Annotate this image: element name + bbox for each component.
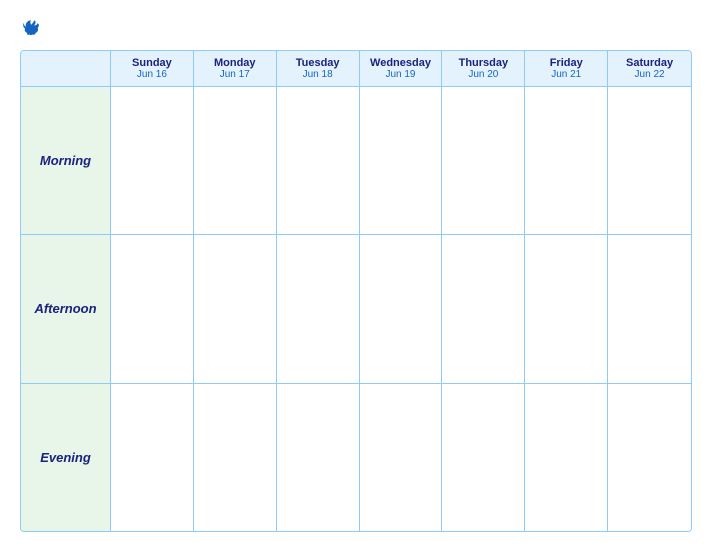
col-day-name: Saturday — [626, 57, 673, 69]
table-cell[interactable] — [525, 384, 608, 531]
table-cell[interactable] — [277, 235, 360, 382]
table-cell[interactable] — [360, 235, 443, 382]
calendar-header-row: Sunday Jun 16 Monday Jun 17 Tuesday Jun … — [21, 51, 691, 87]
table-cell[interactable] — [608, 235, 691, 382]
table-cell[interactable] — [111, 87, 194, 234]
col-day-date: Jun 16 — [137, 69, 167, 80]
header-cell-tuesday: Tuesday Jun 18 — [277, 51, 360, 86]
table-cell[interactable] — [525, 235, 608, 382]
row-label-afternoon: Afternoon — [21, 235, 111, 382]
table-cell[interactable] — [277, 87, 360, 234]
col-day-date: Jun 21 — [551, 69, 581, 80]
table-cell[interactable] — [194, 87, 277, 234]
header-cell-thursday: Thursday Jun 20 — [442, 51, 525, 86]
col-day-date: Jun 22 — [635, 69, 665, 80]
table-cell[interactable] — [360, 87, 443, 234]
header-cell-friday: Friday Jun 21 — [525, 51, 608, 86]
table-cell[interactable] — [608, 87, 691, 234]
row-afternoon: Afternoon — [21, 235, 691, 383]
page: Sunday Jun 16 Monday Jun 17 Tuesday Jun … — [0, 0, 712, 550]
col-day-date: Jun 18 — [303, 69, 333, 80]
row-label-morning: Morning — [21, 87, 111, 234]
header-cell-monday: Monday Jun 17 — [194, 51, 277, 86]
logo-area — [20, 18, 40, 36]
col-day-name: Thursday — [459, 57, 509, 69]
calendar: Sunday Jun 16 Monday Jun 17 Tuesday Jun … — [20, 50, 692, 532]
header-cell-label — [21, 51, 111, 86]
col-day-name: Sunday — [132, 57, 172, 69]
row-morning: Morning — [21, 87, 691, 235]
table-cell[interactable] — [442, 87, 525, 234]
header-cell-wednesday: Wednesday Jun 19 — [360, 51, 443, 86]
header-cell-sunday: Sunday Jun 16 — [111, 51, 194, 86]
row-label-evening: Evening — [21, 384, 111, 531]
table-cell[interactable] — [194, 235, 277, 382]
header — [20, 18, 692, 36]
table-cell[interactable] — [194, 384, 277, 531]
col-day-date: Jun 19 — [385, 69, 415, 80]
calendar-body: MorningAfternoonEvening — [21, 87, 691, 531]
table-cell[interactable] — [525, 87, 608, 234]
col-day-name: Monday — [214, 57, 256, 69]
row-evening: Evening — [21, 384, 691, 531]
table-cell[interactable] — [608, 384, 691, 531]
table-cell[interactable] — [111, 384, 194, 531]
table-cell[interactable] — [360, 384, 443, 531]
header-cell-saturday: Saturday Jun 22 — [608, 51, 691, 86]
table-cell[interactable] — [442, 384, 525, 531]
table-cell[interactable] — [277, 384, 360, 531]
col-day-name: Tuesday — [296, 57, 340, 69]
col-day-date: Jun 20 — [468, 69, 498, 80]
table-cell[interactable] — [442, 235, 525, 382]
col-day-name: Friday — [550, 57, 583, 69]
table-cell[interactable] — [111, 235, 194, 382]
col-day-name: Wednesday — [370, 57, 431, 69]
bird-icon — [22, 18, 40, 36]
col-day-date: Jun 17 — [220, 69, 250, 80]
